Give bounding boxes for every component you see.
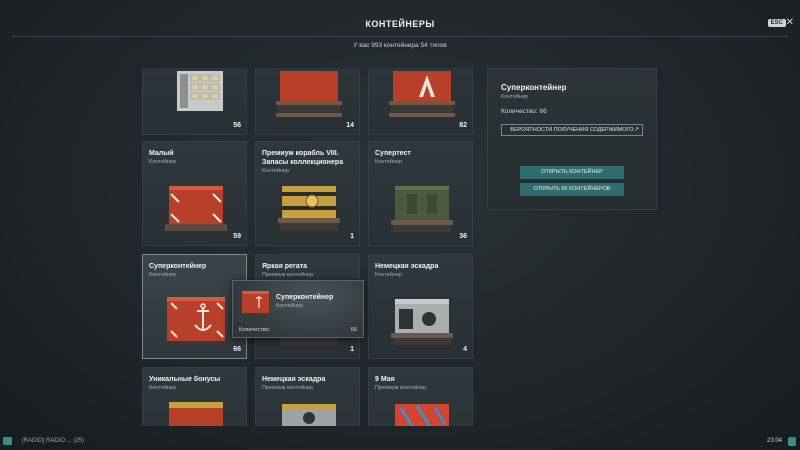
container-art [391, 186, 453, 232]
container-type: Контейнер [149, 272, 177, 278]
container-type: Премиум контейнер [375, 385, 427, 391]
container-art [177, 71, 223, 111]
tooltip-name: Суперконтейнер [276, 294, 334, 301]
container-name: 9 Мая [375, 376, 395, 383]
container-art [169, 402, 223, 426]
container-art [391, 299, 453, 345]
container-name: Суперконтейнер [149, 263, 207, 270]
container-card[interactable]: 9 Мая Премиум контейнер [368, 367, 473, 426]
tooltip-quantity-value: 66 [350, 327, 357, 333]
container-type: Контейнер [375, 272, 403, 278]
bottom-bar: [RADIO] RADIO ... (25) 23:04 [0, 434, 800, 450]
container-art [276, 71, 342, 117]
containers-grid: 56 14 82 Малый Контейнер 59 Премиум кора… [142, 68, 482, 426]
container-count: 1 [350, 346, 354, 353]
container-art [278, 186, 340, 231]
container-card[interactable]: Немецкая эскадра Контейнер 4 [368, 254, 473, 359]
container-type: Контейнер [149, 385, 177, 391]
container-type: Контейнер [375, 159, 403, 165]
header-divider [12, 36, 788, 37]
chat-icon[interactable] [3, 437, 12, 445]
container-art [167, 297, 225, 341]
details-name: Суперконтейнер [501, 83, 567, 92]
tooltip-quantity-label: Количество: [239, 327, 271, 333]
container-name: Уникальные бонусы [149, 376, 221, 383]
container-count: 56 [233, 122, 241, 129]
container-name: Немецкая эскадра [375, 263, 439, 270]
top-bar: КОНТЕЙНЕРЫ ESC ✕ [0, 0, 800, 36]
container-tooltip: Суперконтейнер Контейнер Количество: 66 [232, 280, 364, 338]
container-art [165, 186, 227, 231]
container-name: Премиум корабль VIII. Запасы коллекционе… [262, 150, 344, 166]
container-name: Супертест [375, 150, 411, 157]
container-art [395, 404, 449, 426]
container-art [282, 404, 336, 426]
clock: 23:04 [766, 438, 782, 444]
container-card[interactable]: Малый Контейнер 59 [142, 141, 247, 246]
container-card[interactable]: Немецкая эскадра Премиум контейнер [255, 367, 360, 426]
container-count: 59 [233, 233, 241, 240]
open-all-containers-button[interactable]: ОТКРЫТЬ 66 КОНТЕЙНЕРОВ [520, 183, 624, 196]
external-link-icon: ↗ [633, 127, 639, 133]
container-count: 4 [463, 346, 467, 353]
container-details-panel: Суперконтейнер Контейнер Количество: 66 … [487, 68, 657, 210]
details-quantity: Количество: 66 [501, 108, 547, 115]
tooltip-type: Контейнер [276, 303, 304, 309]
container-type: Премиум контейнер [262, 385, 314, 391]
container-count: 82 [459, 122, 467, 129]
container-card[interactable]: Уникальные бонусы Контейнер [142, 367, 247, 426]
chat-channel[interactable]: [RADIO] RADIO ... (25) [22, 438, 84, 444]
esc-badge[interactable]: ESC [767, 19, 786, 27]
open-container-button[interactable]: ОТКРЫТЬ КОНТЕЙНЕР [520, 166, 624, 179]
notification-icon[interactable] [788, 437, 796, 446]
container-count: 1 [350, 233, 354, 240]
container-card[interactable]: 14 [255, 68, 360, 135]
details-type: Контейнер [501, 94, 529, 100]
container-name: Малый [149, 150, 174, 157]
container-art [389, 71, 455, 117]
container-name: Немецкая эскадра [262, 376, 326, 383]
container-count: 14 [346, 122, 354, 129]
container-card[interactable]: 82 [368, 68, 473, 135]
container-count: 36 [459, 233, 467, 240]
probabilities-button[interactable]: ВЕРОЯТНОСТИ ПОЛУЧЕНИЯ СОДЕРЖИМОГО ↗ [501, 124, 643, 136]
container-name: Яркая регата [262, 263, 308, 270]
container-type: Контейнер [149, 159, 177, 165]
page-title: КОНТЕЙНЕРЫ [365, 19, 435, 29]
container-type: Контейнер [262, 168, 290, 174]
containers-summary: У вас 993 контейнера 54 типов [353, 42, 447, 49]
container-count: 66 [233, 346, 241, 353]
container-card[interactable]: Премиум корабль VIII. Запасы коллекционе… [255, 141, 360, 246]
close-icon[interactable]: ✕ [786, 17, 794, 28]
probabilities-label: ВЕРОЯТНОСТИ ПОЛУЧЕНИЯ СОДЕРЖИМОГО [510, 127, 634, 133]
container-type: Премиум контейнер [262, 272, 314, 278]
container-card[interactable]: 56 [142, 68, 247, 135]
container-art [242, 291, 269, 313]
container-card[interactable]: Супертест Контейнер 36 [368, 141, 473, 246]
